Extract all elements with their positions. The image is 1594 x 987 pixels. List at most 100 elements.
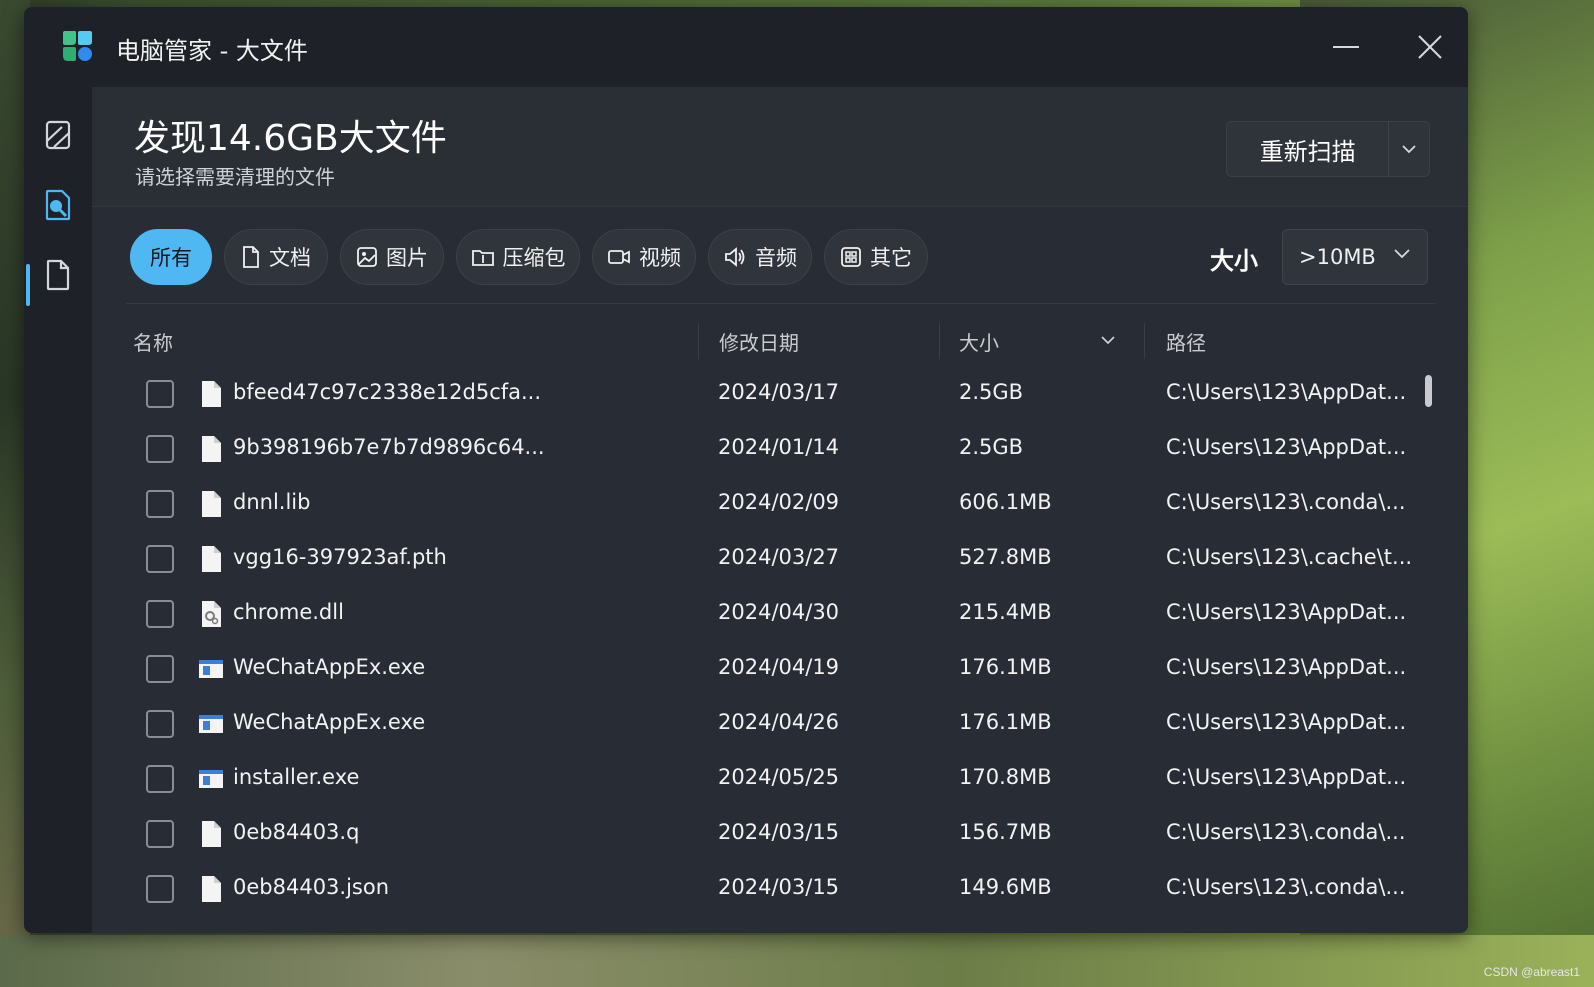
file-date: 2024/04/26 [718,710,840,734]
desktop-background-bottom [0,935,1594,987]
rescan-button[interactable]: 重新扫描 [1227,122,1390,176]
sidebar-item-documents[interactable] [40,257,76,293]
file-size: 149.6MB [959,875,1052,899]
page-header: 发现14.6GB大文件 请选择需要清理的文件 重新扫描 [92,87,1468,207]
file-path: C:\Users\123\AppDat... [1166,600,1407,624]
table-row[interactable]: installer.exe 2024/05/25 170.8MB C:\User… [92,752,1428,807]
file-icon [202,491,221,517]
table-row[interactable]: chrome.dll 2024/04/30 215.4MB C:\Users\1… [92,587,1428,642]
file-date: 2024/04/30 [718,600,840,624]
file-size: 215.4MB [959,600,1052,624]
row-checkbox[interactable] [146,380,174,408]
file-name: chrome.dll [233,600,344,624]
table-row[interactable]: 0eb84403.q 2024/03/15 156.7MB C:\Users\1… [92,807,1428,862]
vertical-scrollbar[interactable] [1425,375,1432,407]
file-date: 2024/03/15 [718,875,840,899]
filter-documents[interactable]: 文档 [224,229,328,285]
file-path: C:\Users\123\AppDat... [1166,710,1407,734]
filter-images[interactable]: 图片 [340,229,444,285]
file-size: 2.5GB [959,380,1024,404]
document-icon [243,246,259,268]
chevron-down-icon [1402,145,1416,154]
close-icon[interactable] [1412,29,1448,65]
divider [126,303,1436,304]
file-size: 156.7MB [959,820,1052,844]
filter-audio[interactable]: 音频 [708,229,812,285]
table-row[interactable]: bfeed47c97c2338e12d5cfa... 2024/03/17 2.… [92,367,1428,422]
file-name: WeChatAppEx.exe [233,655,426,679]
filter-videos[interactable]: 视频 [592,229,696,285]
file-icon [202,546,221,572]
column-header-date[interactable]: 修改日期 [719,327,799,356]
row-checkbox[interactable] [146,490,174,518]
app-window: 电脑管家 - 大文件 发现14.6GB大文件 请选择需要清理的文件 重新扫描 所… [24,7,1468,933]
sidebar-item-clean[interactable] [40,117,76,153]
column-header-path[interactable]: 路径 [1166,327,1206,356]
row-checkbox[interactable] [146,875,174,903]
exe-file-icon [199,660,223,678]
filter-other[interactable]: 其它 [824,229,928,285]
file-name: 9b398196b7e7b7d9896c64... [233,435,545,459]
file-size: 170.8MB [959,765,1052,789]
table-row[interactable]: vgg16-397923af.pth 2024/03/27 527.8MB C:… [92,532,1428,587]
grid-icon [841,247,861,267]
sidebar [24,87,92,933]
table-row[interactable]: WeChatAppEx.exe 2024/04/19 176.1MB C:\Us… [92,642,1428,697]
title-bar: 电脑管家 - 大文件 [24,7,1468,87]
filter-label: 视频 [639,246,681,270]
page-subtitle: 请选择需要清理的文件 [135,165,335,189]
filter-all[interactable]: 所有 [130,229,212,285]
file-date: 2024/02/09 [718,490,840,514]
row-checkbox[interactable] [146,710,174,738]
app-title: 电脑管家 - 大文件 [116,37,308,65]
filter-archives[interactable]: 压缩包 [456,229,580,285]
file-icon [202,436,221,462]
file-size: 527.8MB [959,545,1052,569]
sort-descending-icon[interactable] [1100,335,1116,345]
file-name: vgg16-397923af.pth [233,545,447,569]
file-icon [202,876,221,902]
column-header-name[interactable]: 名称 [133,327,173,356]
exe-file-icon [199,715,223,733]
row-checkbox[interactable] [146,765,174,793]
file-name: 0eb84403.q [233,820,360,844]
file-path: C:\Users\123\AppDat... [1166,380,1407,404]
table-row[interactable]: 0eb84403.json 2024/03/15 149.6MB C:\User… [92,862,1428,917]
filter-label: 所有 [150,246,192,270]
column-header-size[interactable]: 大小 [959,327,999,356]
filter-label: 文档 [269,246,311,270]
row-checkbox[interactable] [146,435,174,463]
table-row[interactable]: dnnl.lib 2024/02/09 606.1MB C:\Users\123… [92,477,1428,532]
file-name: 0eb84403.json [233,875,390,899]
video-icon [608,250,630,264]
table-row[interactable]: WeChatAppEx.exe 2024/04/26 176.1MB C:\Us… [92,697,1428,752]
table-row[interactable]: 9b398196b7e7b7d9896c64... 2024/01/14 2.5… [92,422,1428,477]
table-header: 名称 修改日期 大小 路径 [92,313,1468,365]
image-icon [357,247,377,267]
row-checkbox[interactable] [146,600,174,628]
file-path: C:\Users\123\AppDat... [1166,765,1407,789]
size-filter-value: >10MB [1299,245,1376,269]
file-path: C:\Users\123\.conda\... [1166,490,1406,514]
file-path: C:\Users\123\.conda\... [1166,820,1406,844]
watermark: CSDN @abreast1 [1483,965,1580,979]
rescan-dropdown-button[interactable] [1389,122,1429,176]
exe-file-icon [199,770,223,788]
row-checkbox[interactable] [146,820,174,848]
filter-label: 其它 [870,246,912,270]
sidebar-item-large-files[interactable] [40,187,76,223]
file-name: dnnl.lib [233,490,311,514]
archive-icon [471,250,494,266]
file-path: C:\Users\123\AppDat... [1166,655,1407,679]
file-path: C:\Users\123\.cache\t... [1166,545,1413,569]
filter-label: 压缩包 [502,246,566,270]
file-name: installer.exe [233,765,360,789]
row-checkbox[interactable] [146,545,174,573]
minimize-icon[interactable] [1328,29,1364,65]
row-checkbox[interactable] [146,655,174,683]
size-filter-select[interactable]: >10MB [1282,229,1428,285]
file-size: 176.1MB [959,655,1052,679]
file-date: 2024/03/27 [718,545,840,569]
size-filter-label: 大小 [1210,247,1258,275]
file-date: 2024/03/17 [718,380,840,404]
